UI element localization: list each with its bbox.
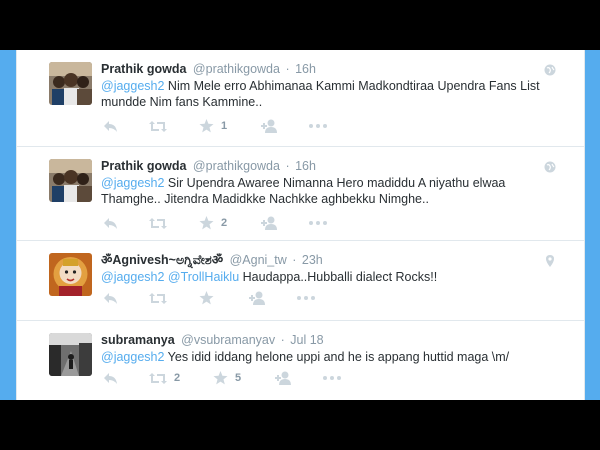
tweet-header: ॐAgnivesh~ಅಗ್ನಿವೇಶॐ @Agni_tw · 23h bbox=[101, 252, 323, 268]
avatar[interactable] bbox=[49, 159, 92, 202]
retweet-count: 2 bbox=[174, 372, 181, 384]
mention-link[interactable]: @jaggesh2 bbox=[101, 176, 164, 190]
follow-button[interactable] bbox=[261, 117, 279, 135]
tweet-timestamp[interactable]: 16h bbox=[295, 159, 316, 173]
more-button[interactable] bbox=[309, 117, 327, 135]
retweet-button[interactable] bbox=[149, 117, 174, 135]
retweet-icon bbox=[149, 217, 167, 229]
follow-user-icon bbox=[249, 291, 265, 305]
favorite-count: 1 bbox=[221, 120, 228, 132]
separator-dot: · bbox=[280, 333, 285, 347]
author-username[interactable]: @vsubramanyav bbox=[181, 333, 275, 347]
retweet-icon bbox=[149, 292, 167, 304]
more-icon bbox=[309, 221, 327, 225]
tweet[interactable]: Prathik gowda @prathikgowda · 16h @jagge… bbox=[17, 50, 584, 147]
reply-button[interactable] bbox=[103, 117, 118, 135]
globe-icon bbox=[544, 161, 556, 173]
reply-icon bbox=[104, 217, 117, 229]
tweet[interactable]: subramanya @vsubramanyav · Jul 18 @jagge… bbox=[17, 321, 584, 400]
author-fullname[interactable]: subramanya bbox=[101, 333, 175, 347]
more-icon bbox=[297, 296, 315, 300]
favorite-button[interactable]: 5 bbox=[213, 369, 241, 387]
tweet-text: @jaggesh2 @TrollHaiklu Haudappa..Hubball… bbox=[101, 269, 561, 285]
tweet-text: @jaggesh2 Sir Upendra Awaree Nimanna Her… bbox=[101, 175, 561, 207]
more-icon bbox=[323, 376, 341, 380]
author-username[interactable]: @prathikgowda bbox=[193, 62, 280, 76]
author-fullname[interactable]: Prathik gowda bbox=[101, 62, 186, 76]
tweet-body: Nim Mele erro Abhimanaa Kammi Madkondtir… bbox=[101, 79, 540, 109]
follow-button[interactable] bbox=[261, 214, 279, 232]
follow-user-icon bbox=[261, 119, 277, 133]
letterbox-bottom bbox=[0, 400, 600, 450]
reply-button[interactable] bbox=[103, 289, 118, 307]
avatar[interactable] bbox=[49, 333, 92, 376]
favorite-button[interactable] bbox=[199, 289, 221, 307]
reply-button[interactable] bbox=[103, 214, 118, 232]
avatar[interactable] bbox=[49, 253, 92, 296]
author-fullname[interactable]: ॐAgnivesh~ಅಗ್ನಿವೇಶॐ bbox=[101, 253, 223, 267]
reply-button[interactable] bbox=[103, 369, 118, 387]
tweet-header: Prathik gowda @prathikgowda · 16h bbox=[101, 61, 316, 77]
favorite-button[interactable]: 1 bbox=[199, 117, 227, 135]
tweet-timestamp[interactable]: 16h bbox=[295, 62, 316, 76]
tweet-header: Prathik gowda @prathikgowda · 16h bbox=[101, 158, 316, 174]
tweet-header: subramanya @vsubramanyav · Jul 18 bbox=[101, 332, 324, 348]
author-username[interactable]: @Agni_tw bbox=[230, 253, 287, 267]
more-button[interactable] bbox=[309, 214, 327, 232]
tweet-timeline: Prathik gowda @prathikgowda · 16h @jagge… bbox=[16, 50, 585, 400]
tweet-timestamp[interactable]: 23h bbox=[302, 253, 323, 267]
more-button[interactable] bbox=[323, 369, 341, 387]
reply-icon bbox=[104, 372, 117, 384]
follow-button[interactable] bbox=[275, 369, 293, 387]
more-button[interactable] bbox=[297, 289, 315, 307]
retweet-button[interactable] bbox=[149, 289, 174, 307]
location-pin-icon bbox=[546, 255, 554, 267]
separator-dot: · bbox=[292, 253, 297, 267]
tweet-body: Haudappa..Hubballi dialect Rocks!! bbox=[239, 270, 438, 284]
tweet-timestamp[interactable]: Jul 18 bbox=[290, 333, 323, 347]
tweet-body: Yes idid iddang helone uppi and he is ap… bbox=[164, 350, 510, 364]
mention-link[interactable]: @jaggesh2 bbox=[101, 79, 164, 93]
star-icon bbox=[199, 291, 214, 305]
tweet-text: @jaggesh2 Yes idid iddang helone uppi an… bbox=[101, 349, 561, 365]
reply-icon bbox=[104, 292, 117, 304]
mention-link[interactable]: @jaggesh2 @TrollHaiklu bbox=[101, 270, 239, 284]
globe-icon bbox=[544, 64, 556, 76]
tweet-text: @jaggesh2 Nim Mele erro Abhimanaa Kammi … bbox=[101, 78, 561, 110]
reply-icon bbox=[104, 120, 117, 132]
more-icon bbox=[309, 124, 327, 128]
star-icon bbox=[213, 371, 228, 385]
separator-dot: · bbox=[285, 62, 290, 76]
retweet-icon bbox=[149, 372, 167, 384]
follow-user-icon bbox=[261, 216, 277, 230]
avatar[interactable] bbox=[49, 62, 92, 105]
author-fullname[interactable]: Prathik gowda bbox=[101, 159, 186, 173]
star-icon bbox=[199, 119, 214, 133]
favorite-button[interactable]: 2 bbox=[199, 214, 227, 232]
star-icon bbox=[199, 216, 214, 230]
separator-dot: · bbox=[285, 159, 290, 173]
favorite-count: 2 bbox=[221, 217, 228, 229]
retweet-button[interactable]: 2 bbox=[149, 369, 180, 387]
author-username[interactable]: @prathikgowda bbox=[193, 159, 280, 173]
retweet-button[interactable] bbox=[149, 214, 174, 232]
retweet-icon bbox=[149, 120, 167, 132]
follow-button[interactable] bbox=[249, 289, 267, 307]
mention-link[interactable]: @jaggesh2 bbox=[101, 350, 164, 364]
twitter-frame: Prathik gowda @prathikgowda · 16h @jagge… bbox=[0, 50, 600, 400]
favorite-count: 5 bbox=[235, 372, 242, 384]
tweet[interactable]: ॐAgnivesh~ಅಗ್ನಿವೇಶॐ @Agni_tw · 23h @jagg… bbox=[17, 241, 584, 321]
tweet[interactable]: Prathik gowda @prathikgowda · 16h @jagge… bbox=[17, 147, 584, 241]
follow-user-icon bbox=[275, 371, 291, 385]
